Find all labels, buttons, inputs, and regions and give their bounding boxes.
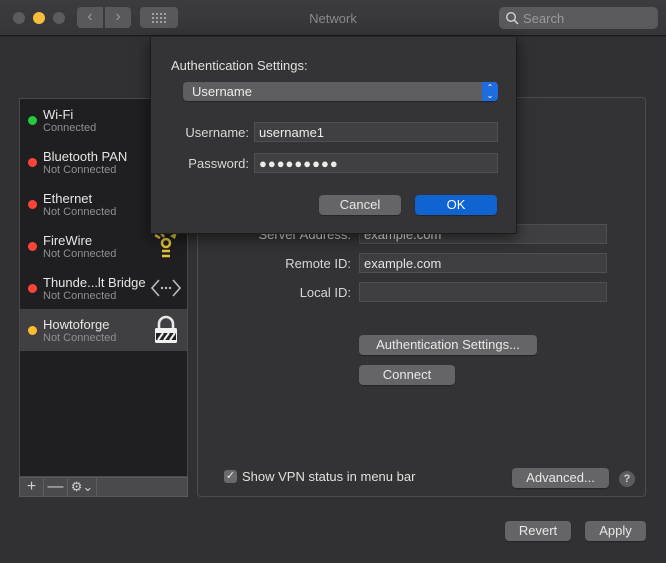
- show-vpn-status-label: Show VPN status in menu bar: [242, 469, 416, 484]
- search-field[interactable]: [499, 7, 658, 29]
- service-status: Connected: [43, 122, 97, 134]
- title-bar: ‹ › Network: [0, 0, 666, 36]
- username-row: Username:: [151, 122, 518, 142]
- service-status: Not Connected: [43, 332, 117, 344]
- local-id-input[interactable]: [359, 282, 607, 302]
- thunderbolt-bridge-icon: [151, 279, 181, 297]
- service-name: Howtoforge: [43, 317, 110, 332]
- vpn-lock-icon: [155, 315, 177, 343]
- service-item-howtoforge[interactable]: Howtoforge Not Connected: [20, 309, 187, 351]
- service-list-toolbar: + — ⚙︎⌄: [19, 477, 188, 497]
- service-name: Ethernet: [43, 191, 93, 206]
- service-name: Wi-Fi: [43, 107, 74, 122]
- revert-button[interactable]: Revert: [505, 521, 571, 541]
- status-dot: [28, 242, 37, 251]
- sheet-heading: Authentication Settings:: [171, 58, 308, 73]
- search-icon: [505, 11, 519, 25]
- status-dot: [28, 158, 37, 167]
- show-vpn-status-checkbox[interactable]: ✓: [224, 470, 237, 483]
- status-dot: [28, 116, 37, 125]
- search-input[interactable]: [523, 10, 653, 26]
- cancel-button[interactable]: Cancel: [319, 195, 401, 215]
- local-id-label: Local ID:: [299, 285, 351, 300]
- authentication-settings-button[interactable]: Authentication Settings...: [359, 335, 537, 355]
- status-dot: [28, 326, 37, 335]
- password-input[interactable]: [254, 153, 498, 173]
- status-dot: [28, 284, 37, 293]
- gear-icon[interactable]: ⚙︎⌄: [68, 478, 97, 496]
- service-status: Not Connected: [43, 164, 117, 176]
- authentication-settings-sheet: Authentication Settings: Username ⌃ ⌄ Use…: [150, 37, 517, 234]
- service-name: Thunde...lt Bridge: [43, 275, 146, 290]
- service-name: FireWire: [43, 233, 93, 248]
- status-dot: [28, 200, 37, 209]
- local-id-row: Local ID:: [198, 282, 647, 302]
- add-service-button[interactable]: +: [20, 478, 44, 496]
- remote-id-row: Remote ID:: [198, 253, 647, 273]
- advanced-button[interactable]: Advanced...: [512, 468, 609, 488]
- remote-id-label: Remote ID:: [285, 256, 351, 271]
- service-item-thunderbolt-bridge[interactable]: Thunde...lt Bridge Not Connected: [20, 267, 187, 309]
- connect-button[interactable]: Connect: [359, 365, 455, 385]
- show-vpn-status-row: ✓ Show VPN status in menu bar: [224, 469, 415, 484]
- service-status: Not Connected: [43, 290, 117, 302]
- authentication-method-select[interactable]: Username ⌃ ⌄: [183, 82, 498, 101]
- username-label: Username:: [185, 125, 249, 140]
- password-label: Password:: [188, 156, 249, 171]
- ok-button[interactable]: OK: [415, 195, 497, 215]
- password-row: Password:: [151, 153, 518, 173]
- remote-id-input[interactable]: [359, 253, 607, 273]
- username-input[interactable]: [254, 122, 498, 142]
- service-status: Not Connected: [43, 248, 117, 260]
- service-status: Not Connected: [43, 206, 117, 218]
- help-button[interactable]: ?: [619, 471, 635, 487]
- authentication-method-value: Username: [192, 84, 252, 99]
- service-name: Bluetooth PAN: [43, 149, 128, 164]
- apply-button[interactable]: Apply: [585, 521, 646, 541]
- chevron-up-down-icon: ⌃ ⌄: [482, 82, 498, 101]
- firewire-icon: [154, 232, 177, 258]
- remove-service-button[interactable]: —: [44, 478, 68, 496]
